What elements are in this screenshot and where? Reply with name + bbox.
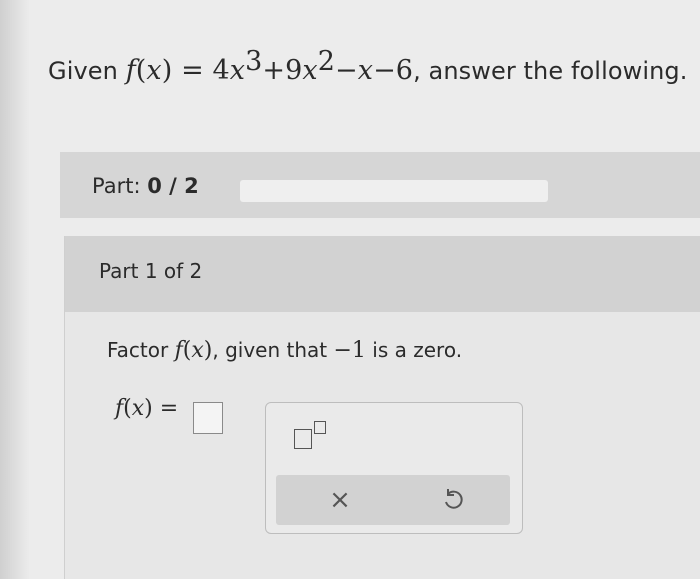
- prompt-prefix: Factor: [107, 338, 169, 362]
- answer-input[interactable]: [193, 402, 223, 434]
- undo-button[interactable]: [440, 487, 466, 513]
- prompt-x: x: [191, 338, 204, 363]
- photo-edge-shade: [0, 0, 30, 579]
- answer-f: f: [115, 396, 124, 421]
- part-header: Part 1 of 2: [65, 236, 700, 312]
- part-prompt: Factor f(x), given that −1 is a zero.: [107, 338, 462, 363]
- prompt-suffix: is a zero.: [372, 338, 463, 362]
- answer-close-paren: ): [144, 396, 153, 421]
- question-x-squared: x: [302, 55, 318, 86]
- answer-lhs: f(x) =: [115, 396, 178, 421]
- part-label: Part:: [92, 174, 141, 198]
- question-suffix: , answer the following.: [413, 57, 688, 85]
- question-exp-3: 3: [245, 46, 263, 77]
- exponent-square-icon: [314, 421, 326, 434]
- prompt-zero-value: −1: [333, 338, 366, 363]
- progress-track: [240, 180, 548, 202]
- question-equals-4: = 4: [172, 55, 230, 86]
- question-f: f: [125, 55, 136, 86]
- question-minus: −: [335, 55, 358, 86]
- part-progress-label: Part: 0 / 2: [92, 174, 199, 198]
- question-close-paren: ): [161, 55, 173, 86]
- question-text: Given f(x) = 4x3+9x2−x−6, answer the fol…: [48, 46, 688, 86]
- part-progress-count: 0 / 2: [147, 174, 199, 198]
- part-progress-bar: Part: 0 / 2: [60, 152, 700, 218]
- question-open-paren: (: [135, 55, 147, 86]
- part-header-label: Part 1 of 2: [99, 259, 203, 283]
- question-x: x: [146, 55, 162, 86]
- undo-icon: [445, 489, 463, 509]
- question-x: x: [357, 55, 374, 86]
- math-keypad: ×: [265, 402, 523, 534]
- question-minus-6: −6: [373, 55, 414, 86]
- answer-equals: =: [159, 396, 179, 421]
- part-card: Part 1 of 2 Factor f(x), given that −1 i…: [64, 236, 700, 579]
- answer-open-paren: (: [123, 396, 132, 421]
- question-exp-2: 2: [317, 46, 335, 77]
- question-prefix: Given: [48, 57, 118, 85]
- answer-x: x: [131, 396, 145, 421]
- base-square-icon: [294, 429, 312, 449]
- question-plus-9: +9: [262, 55, 303, 86]
- keypad-action-bar: ×: [276, 475, 510, 525]
- exponent-template-button[interactable]: [294, 421, 334, 455]
- clear-button[interactable]: ×: [326, 485, 354, 515]
- prompt-f: f: [174, 338, 183, 363]
- question-x-cubed: x: [229, 55, 246, 86]
- prompt-middle: , given that: [212, 338, 328, 362]
